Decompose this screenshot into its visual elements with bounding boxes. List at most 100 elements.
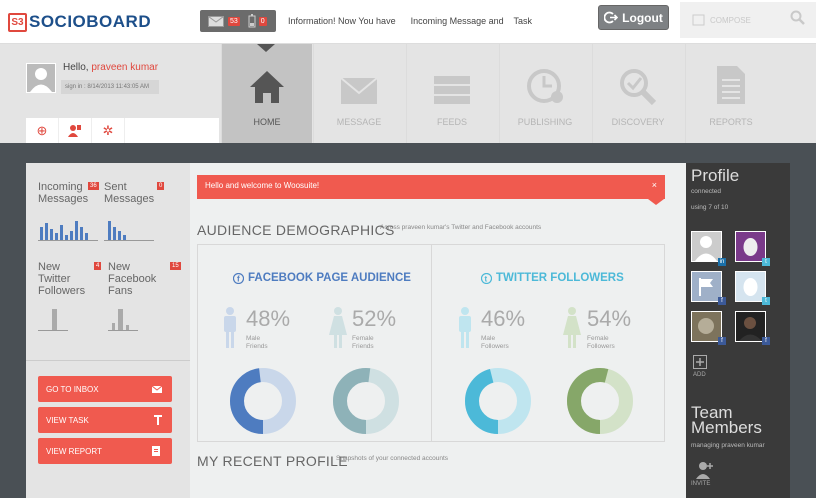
female-figure-icon [563,307,581,348]
twitter-male-donut [465,368,531,434]
view-report-button[interactable]: VIEW REPORT [38,438,172,464]
user-silhouette-icon [692,232,721,261]
invite-user-icon[interactable] [696,461,714,479]
greeting: Hello, praveen kumar [63,62,158,73]
gear-icon[interactable]: ✲ [92,118,125,143]
compose-label: COMPOSE [710,15,751,25]
facebook-female-label: Female Friends [352,335,374,351]
twitter-female-label: Female Followers [587,335,615,351]
add-label[interactable]: ADD [693,372,706,378]
view-task-button[interactable]: VIEW TASK [38,407,172,433]
female-figure-icon [329,307,347,348]
stat-label: Messages [104,193,155,205]
close-icon[interactable]: × [652,180,657,190]
nav-message-label: MESSAGE [336,117,382,127]
welcome-text: Hello and welcome to Woosuite! [205,181,320,190]
welcome-banner: Hello and welcome to Woosuite! × [197,175,665,199]
profile-usage: using 7 of 10 [691,204,729,211]
svg-text:t: t [485,274,488,283]
add-circle-icon[interactable]: ⊕ [26,118,59,143]
facebook-male-label: Male Friends [246,335,268,351]
nav-reports[interactable]: REPORTS [685,44,776,143]
profile-title: Profile [691,166,740,185]
stat-label: Incoming [38,181,83,193]
label-line: Male [481,335,496,342]
logo-mark: S3 [8,12,27,32]
twitter-section-title: t TWITTER FOLLOWERS [481,272,624,284]
active-indicator [257,44,275,52]
pin-icon [154,415,162,425]
stat-new-twitter[interactable]: New Twitter Followers [38,261,85,297]
nav-feeds[interactable]: FEEDS [406,44,497,143]
egg-avatar-icon [743,238,758,256]
inbox-label: GO TO INBOX [46,384,99,394]
team-title-line: Members [691,418,762,437]
stat-incoming-messages[interactable]: Incoming Messages [38,181,88,205]
egg-avatar-icon [743,278,758,296]
male-figure-icon [459,307,471,348]
twitter-female-donut [567,368,633,434]
feeds-icon [434,76,470,104]
nav-discovery[interactable]: DISCOVERY [592,44,683,143]
label-line: Followers [481,343,509,350]
facebook-badge-icon: f [762,337,770,345]
audience-title: AUDIENCE DEMOGRAPHICS [197,222,395,238]
nav-publishing-label: PUBLISHING [517,117,573,127]
nav-message[interactable]: MESSAGE [313,44,404,143]
envelope-icon [152,385,162,393]
search-icon[interactable] [790,10,805,25]
logo[interactable]: S3 SOCIOBOARD [8,9,151,35]
clock-gear-icon [527,69,563,103]
twitter-badge-icon: t [762,258,770,266]
nav-feeds-label: FEEDS [436,117,467,127]
svg-text:f: f [237,274,240,283]
invite-label[interactable]: INVITE [691,481,710,487]
notification-bar[interactable]: 53 0 [200,10,276,32]
stat-new-facebook[interactable]: New Facebook Fans [108,261,156,297]
label-line: Followers [587,343,615,350]
task-link[interactable]: Task [514,16,533,26]
flag-icon [699,278,713,296]
male-figure-icon [224,307,236,348]
facebook-section-title: f FACEBOOK PAGE AUDIENCE [233,272,411,284]
user-tools: ⊕ ✲ [26,118,219,143]
logout-button[interactable]: Logout [598,5,669,30]
stat-label: Sent [104,181,127,193]
recent-profile-title: MY RECENT PROFILE [197,453,348,469]
envelope-icon [340,77,378,104]
label-line: Female [352,335,374,342]
user-silhouette-icon [30,68,52,92]
team-title: Team Members [691,404,762,437]
document-icon [717,66,745,104]
add-profile-icon[interactable] [693,355,707,369]
avatar[interactable] [26,63,56,93]
label-line: Male [246,335,261,342]
nav-home[interactable]: HOME [221,44,312,143]
facebook-male-donut [230,368,296,434]
sent-sparkline [104,221,154,241]
go-to-inbox-button[interactable]: GO TO INBOX [38,376,172,402]
mail-count-badge: 53 [228,16,240,26]
stat-badge: 36 [88,182,99,190]
facebook-badge-icon: f [718,337,726,345]
facebook-title-text: FACEBOOK PAGE AUDIENCE [248,272,411,284]
incoming-link[interactable]: Incoming Message and [411,16,504,26]
stat-sent-messages[interactable]: Sent Messages [104,181,154,205]
user-name[interactable]: praveen kumar [91,62,158,73]
twitter-female-pct: 54% [587,306,632,331]
stat-badge: 4 [94,262,102,270]
linkedin-icon: in [718,258,726,266]
stat-label: Twitter [38,273,71,285]
photo-avatar-icon [736,312,765,341]
facebook-female-donut [333,368,399,434]
user-settings-icon[interactable] [59,118,92,143]
label-line: Friends [246,343,268,350]
compose-bar[interactable]: COMPOSE [680,2,816,38]
incoming-sparkline [38,221,98,241]
label-line: Female [587,335,609,342]
twitter-icon: t [481,272,492,284]
demographics-divider [431,244,432,442]
facebook-icon: f [233,272,244,284]
nav-publishing[interactable]: PUBLISHING [499,44,590,143]
twitter-title-text: TWITTER FOLLOWERS [496,272,624,284]
